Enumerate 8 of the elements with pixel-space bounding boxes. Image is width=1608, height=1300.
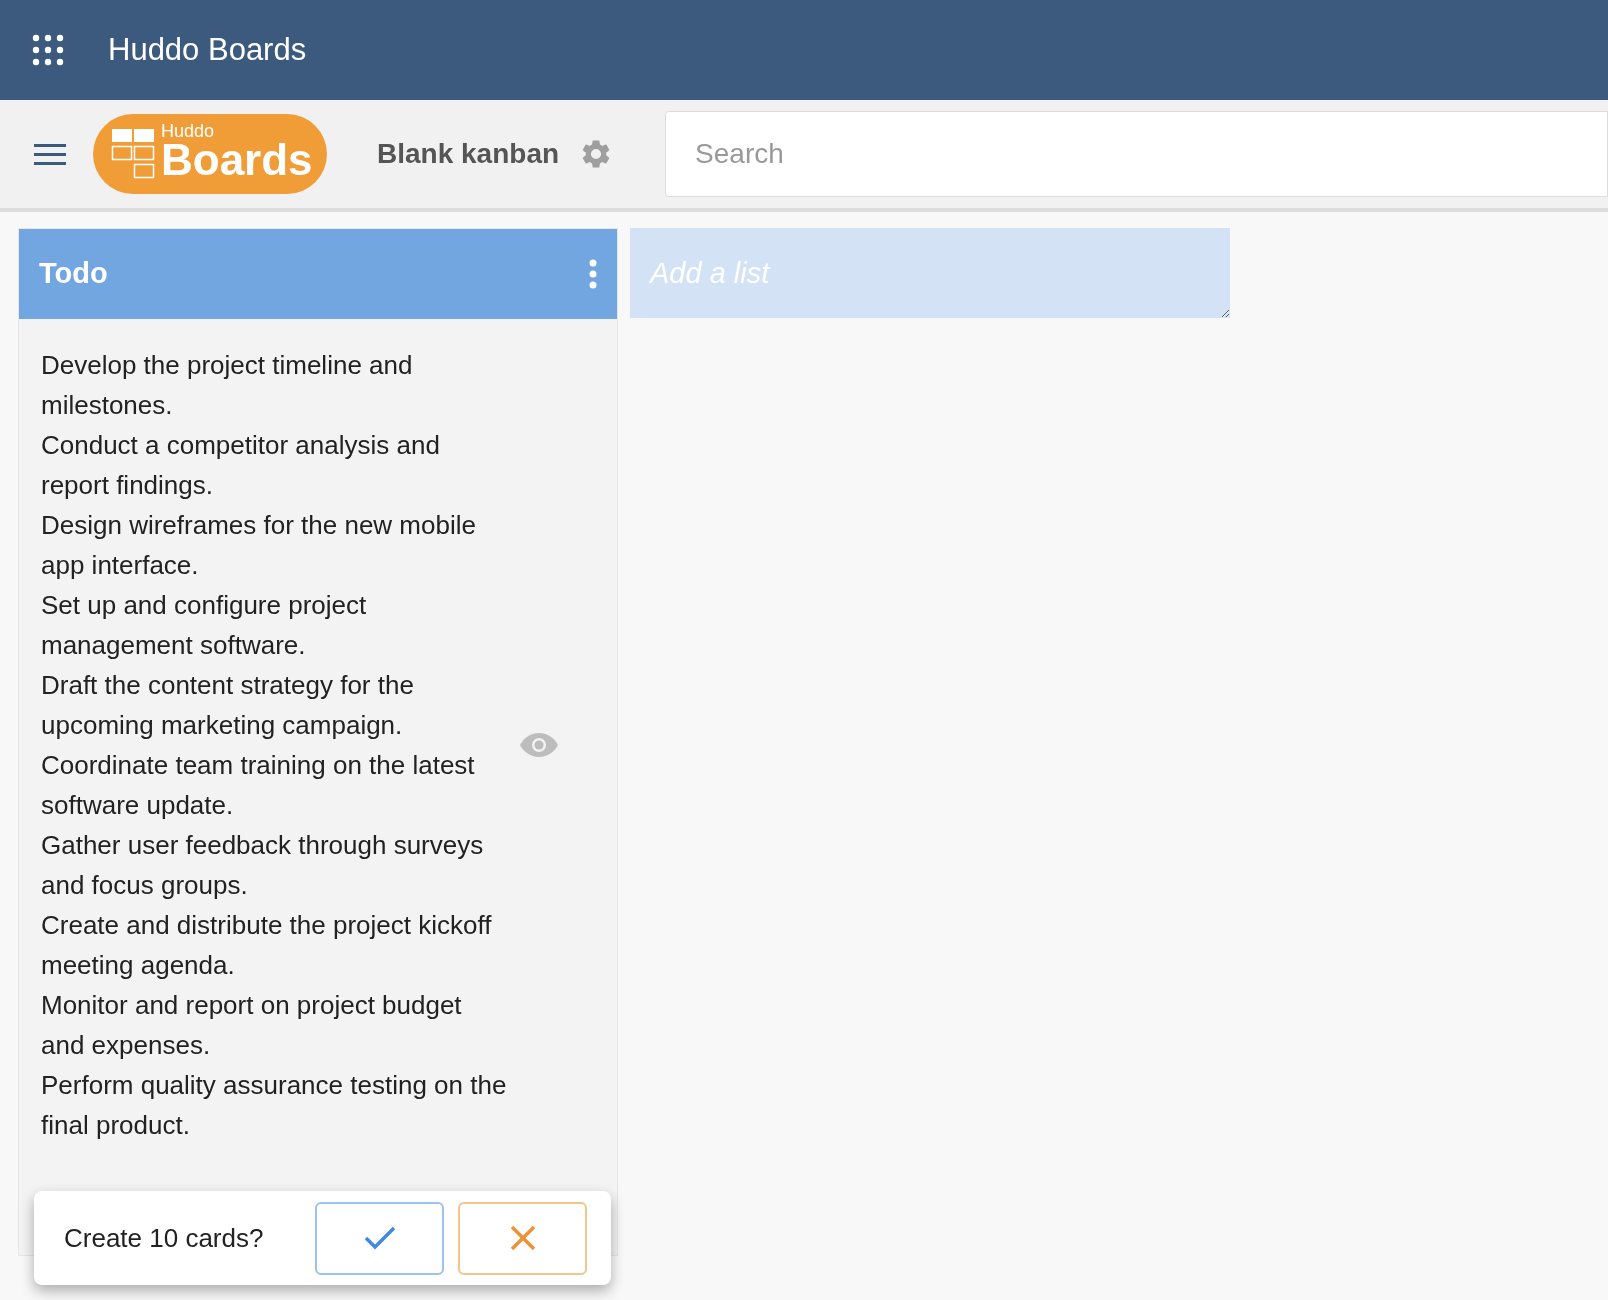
search-field[interactable]: Search (665, 111, 1608, 197)
list-title: Todo (39, 256, 108, 292)
card-draft-text[interactable]: Develop the project timeline and milestones. Conduct a competitor analysis and report findings. Design wireframes for the new mobile app interface. Set up and configure project management software. Draft the content strategy for the upcoming marketing campaign. Coordinate team training on the latest software update. Gather user feedback through surveys and focus groups. Create and distribute the project kickoff meeting agenda. Monitor and report on project budget and expenses. Perform quality assurance testing on the final product. (41, 345, 511, 1145)
app-title: Huddo Boards (108, 30, 307, 69)
confirm-message: Create 10 cards? (64, 1221, 265, 1255)
logo-large-text: Boards (161, 138, 313, 182)
logo-small-text: Huddo (161, 122, 216, 140)
board-name: Blank kanban (377, 137, 560, 171)
